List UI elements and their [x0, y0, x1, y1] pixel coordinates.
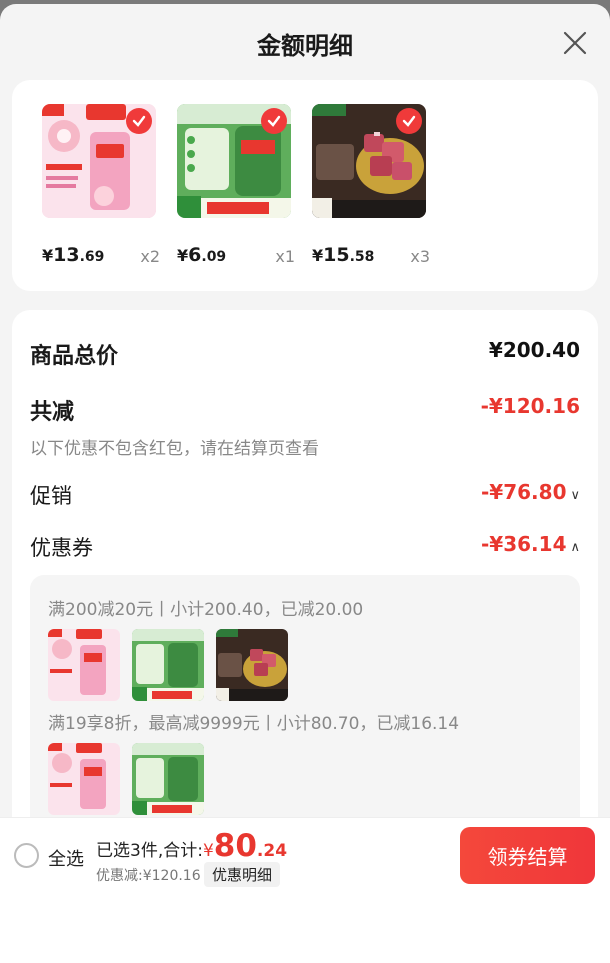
product-price: ¥13.69	[42, 244, 105, 266]
promotion-row[interactable]: 促销 -¥76.80 ∨	[30, 480, 580, 510]
product-thumbnail	[312, 104, 426, 218]
product-quantity: x1	[275, 247, 295, 266]
selected-count-text: 已选3件,合计:	[96, 841, 203, 861]
coupon-rule-text: 满200减20元丨小计200.40，已减20.00	[48, 600, 364, 620]
product-price: ¥6.09	[177, 244, 227, 266]
product-item[interactable]: ¥15.58 x3	[312, 104, 440, 266]
coupon-product-list	[48, 743, 204, 815]
checkout-bar: 全选 已选3件,合计:¥80.24 优惠减:¥120.16 优惠明细 领券结算	[0, 817, 610, 892]
product-item[interactable]: ¥13.69 x2	[42, 104, 170, 266]
total-reduction-row: 共减 -¥120.16	[30, 394, 580, 426]
coupon-row[interactable]: 优惠券 -¥36.14 ∧	[30, 532, 580, 562]
product-item[interactable]: ¥6.09 x1	[177, 104, 305, 266]
selected-check-icon	[261, 108, 287, 134]
product-mini-thumbnail	[216, 629, 288, 701]
chevron-down-icon[interactable]: ∨	[570, 488, 580, 503]
select-all-radio[interactable]	[14, 843, 39, 868]
chevron-up-icon[interactable]: ∧	[570, 540, 580, 555]
product-quantity: x2	[140, 247, 160, 266]
product-mini-thumbnail	[132, 629, 204, 701]
sheet-title: 金额明细	[257, 32, 353, 60]
product-thumbnail	[42, 104, 156, 218]
close-icon[interactable]	[562, 30, 588, 56]
select-all-label[interactable]: 全选	[48, 845, 84, 871]
order-total: 已选3件,合计:¥80.24	[96, 828, 288, 864]
total-price-value: ¥200.40	[488, 338, 580, 362]
checkout-button[interactable]: 领券结算	[460, 827, 595, 884]
coupon-value: -¥36.14	[481, 532, 567, 556]
selected-products-card: ¥13.69 x2 ¥6.09 x1 ¥15.58 x3	[12, 80, 598, 291]
coupon-product-list	[48, 629, 288, 701]
product-mini-thumbnail	[48, 629, 120, 701]
selected-check-icon	[396, 108, 422, 134]
total-price-row: 商品总价 ¥200.40	[30, 338, 580, 370]
product-thumbnail	[177, 104, 291, 218]
sheet-header: 金额明细	[0, 4, 610, 80]
total-amount-integer: 80	[213, 828, 257, 864]
selected-check-icon	[126, 108, 152, 134]
product-quantity: x3	[410, 247, 430, 266]
discount-detail-button[interactable]: 优惠明细	[204, 862, 281, 887]
promotion-value: -¥76.80	[481, 480, 567, 504]
total-amount-decimal: .24	[256, 841, 288, 861]
discount-total-text: 优惠减:¥120.16	[96, 868, 201, 884]
product-price: ¥15.58	[312, 244, 375, 266]
bottom-safe-area	[0, 892, 610, 963]
product-mini-thumbnail	[132, 743, 204, 815]
product-mini-thumbnail	[48, 743, 120, 815]
discount-note: 以下优惠不包含红包，请在结算页查看	[30, 439, 319, 459]
total-reduction-value: -¥120.16	[480, 394, 580, 418]
coupon-rule-text: 满19享8折，最高减9999元丨小计80.70，已减16.14	[48, 714, 460, 734]
